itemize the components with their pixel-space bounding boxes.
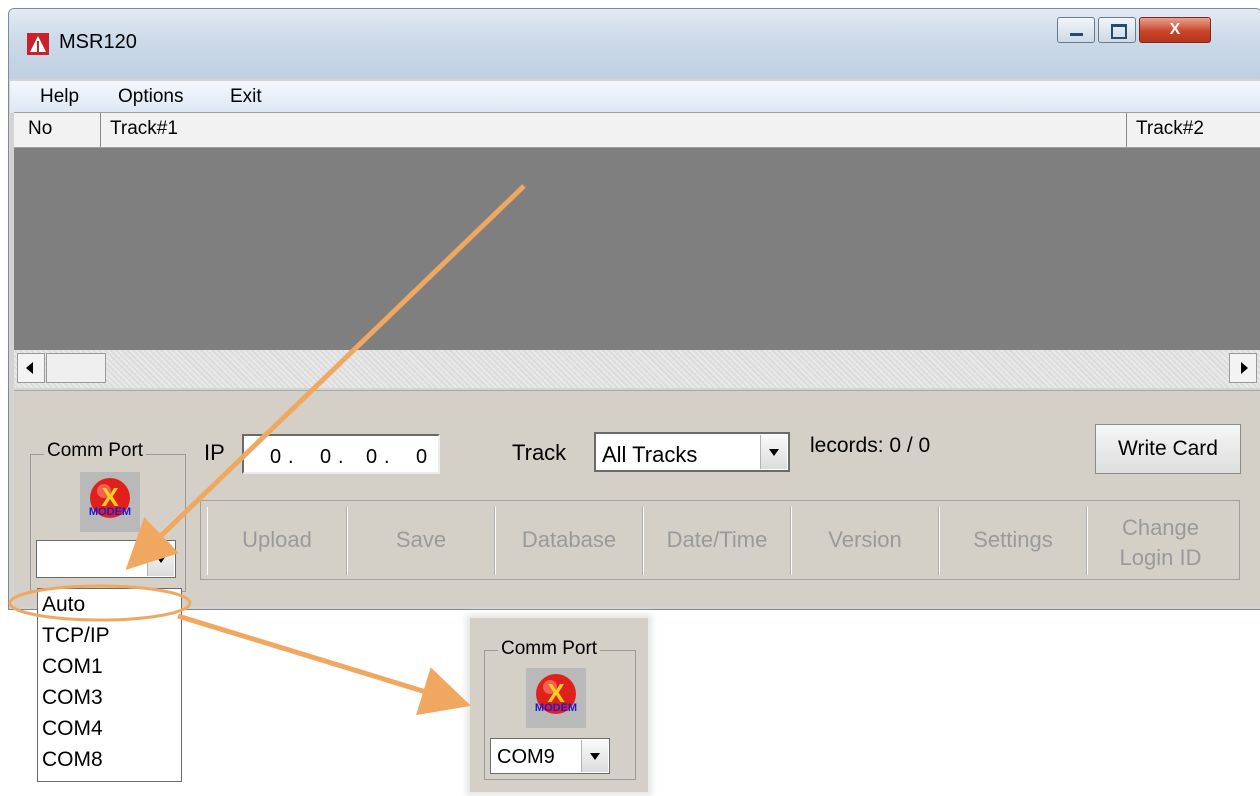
arrow-left-icon (26, 362, 33, 374)
chevron-down-icon (769, 449, 779, 456)
ip-address-input[interactable]: 0 . 0 . 0 . 0 (242, 434, 440, 474)
change-login-line2: Login ID (1119, 545, 1202, 570)
callout-arrow-to-inset (177, 613, 472, 716)
dropdown-arrow-button[interactable] (147, 542, 174, 576)
minimize-button[interactable] (1057, 17, 1095, 43)
horizontal-scrollbar[interactable] (14, 350, 1260, 388)
ip-dot: . (288, 446, 294, 468)
close-button[interactable]: X (1139, 17, 1211, 43)
inset-modem-text: MODEM (535, 702, 577, 714)
ip-dot: . (384, 446, 390, 468)
ip-label: IP (204, 440, 225, 465)
comm-port-select[interactable] (36, 540, 176, 578)
dropdown-option[interactable]: COM4 (42, 717, 103, 741)
grid-header: No Track#1 Track#2 (14, 112, 1260, 148)
date-time-button[interactable]: Date/Time (643, 507, 791, 575)
dropdown-option[interactable]: COM8 (42, 748, 103, 772)
write-card-button[interactable]: Write Card (1095, 424, 1241, 474)
dropdown-arrow-button[interactable] (760, 435, 787, 469)
change-login-line1: Change (1121, 515, 1200, 540)
menu-bar: Help Options Exit (10, 81, 1260, 114)
action-button-row: Upload Save Database Date/Time Version S… (200, 500, 1240, 580)
scroll-left-button[interactable] (17, 353, 45, 383)
track-value: All Tracks (602, 442, 698, 467)
settings-button[interactable]: Settings (939, 507, 1087, 575)
inset-comm-port-value: COM9 (497, 746, 555, 768)
change-login-id-button[interactable]: Change Login ID (1087, 507, 1233, 575)
dropdown-option[interactable]: TCP/IP (42, 624, 110, 648)
arrow-right-icon (1241, 362, 1248, 374)
modem-text: MODEM (89, 506, 131, 518)
comm-port-zoom-inset: Comm Port X MODEM COM9 (470, 618, 648, 792)
minimize-icon (1070, 33, 1083, 36)
database-button[interactable]: Database (495, 507, 643, 575)
maximize-button[interactable] (1098, 17, 1136, 43)
modem-status-icon: X MODEM (80, 472, 140, 532)
ip-dot: . (338, 446, 344, 468)
app-logo-icon (27, 33, 49, 55)
records-count: lecords: 0 / 0 (810, 434, 931, 457)
column-header-no[interactable]: No (28, 118, 52, 140)
track-label: Track (512, 440, 567, 465)
dropdown-option[interactable]: COM3 (42, 686, 103, 710)
comm-port-label: Comm Port (44, 440, 147, 462)
scrollbar-thumb[interactable] (46, 353, 106, 383)
window-title: MSR120 (59, 31, 137, 53)
column-divider[interactable] (100, 113, 101, 147)
column-divider[interactable] (1126, 113, 1127, 147)
ip-octet-3[interactable]: 0 (366, 446, 377, 469)
close-icon: X (1169, 21, 1181, 38)
records-grid[interactable] (14, 148, 1260, 350)
inset-comm-port-select[interactable]: COM9 (490, 738, 610, 774)
inset-modem-icon: X MODEM (526, 668, 586, 728)
menu-options[interactable]: Options (118, 86, 183, 108)
dropdown-arrow-button[interactable] (581, 740, 608, 772)
chevron-down-icon (590, 753, 600, 760)
scroll-right-button[interactable] (1229, 353, 1257, 383)
ip-octet-4[interactable]: 0 (416, 446, 427, 469)
menu-exit[interactable]: Exit (230, 86, 262, 108)
dropdown-option[interactable]: COM1 (42, 655, 103, 679)
ip-octet-2[interactable]: 0 (320, 446, 331, 469)
maximize-icon (1111, 24, 1127, 39)
menu-help[interactable]: Help (40, 86, 79, 108)
inset-comm-port-label: Comm Port (498, 638, 601, 660)
upload-button[interactable]: Upload (207, 507, 347, 575)
dropdown-option[interactable]: Auto (42, 593, 85, 617)
column-header-track1[interactable]: Track#1 (110, 118, 178, 140)
ip-octet-1[interactable]: 0 (270, 446, 281, 469)
column-header-track2[interactable]: Track#2 (1136, 118, 1204, 140)
chevron-down-icon (156, 556, 166, 563)
track-select[interactable]: All Tracks (594, 432, 790, 472)
save-button[interactable]: Save (347, 507, 495, 575)
version-button[interactable]: Version (791, 507, 939, 575)
comm-port-dropdown-list: Auto TCP/IP COM1 COM3 COM4 COM8 (37, 588, 182, 782)
